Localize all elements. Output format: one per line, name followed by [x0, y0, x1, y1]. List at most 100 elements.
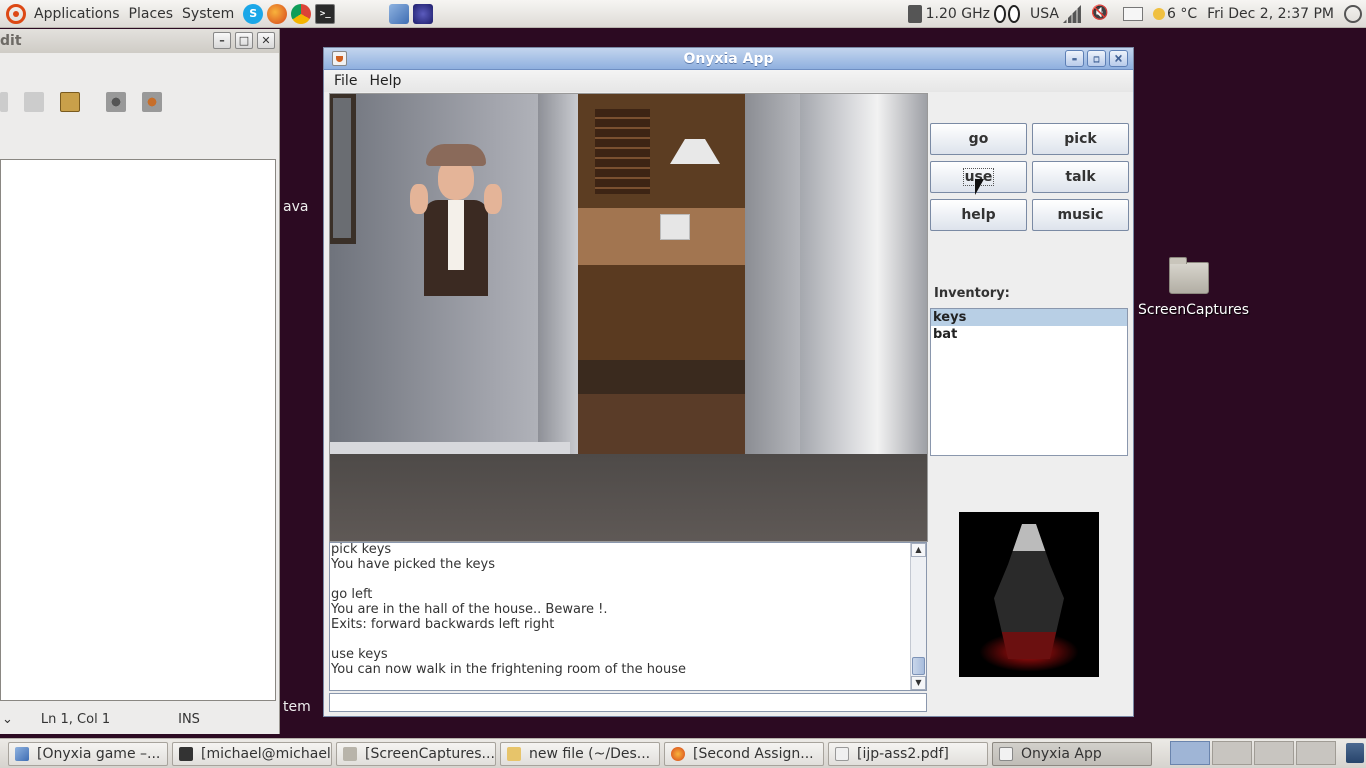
help-button[interactable]: help	[930, 199, 1027, 231]
workspace-2[interactable]	[1212, 741, 1252, 765]
replace-icon[interactable]	[142, 92, 162, 112]
gedit-editor[interactable]	[0, 159, 276, 701]
gedit-toolbar	[0, 87, 280, 117]
cube-icon	[15, 746, 29, 761]
onyxia-titlebar[interactable]: Onyxia App – ▫ ✕	[324, 48, 1133, 70]
scroll-up-icon[interactable]: ▲	[911, 543, 926, 557]
terminal-icon	[179, 746, 193, 761]
bottom-taskbar: [Onyxia game –... [michael@michael... [S…	[0, 738, 1366, 768]
cube-icon[interactable]	[389, 3, 410, 24]
task-terminal[interactable]: [michael@michael...	[172, 741, 332, 766]
panel-menus: Applications Places System S >_	[0, 3, 437, 24]
cpu-icon	[907, 5, 922, 23]
copy-icon[interactable]	[24, 92, 44, 112]
game-log[interactable]: pick keys You have picked the keys go lef…	[329, 542, 927, 691]
log-line: pick keys	[331, 542, 392, 557]
character-portrait	[959, 512, 1099, 677]
desktop-icon-label-fragment: ava	[283, 199, 309, 215]
talk-button[interactable]: talk	[1032, 161, 1129, 193]
room-scene-image	[329, 93, 928, 542]
clock[interactable]: Fri Dec 2, 2:37 PM	[1207, 6, 1334, 22]
maximize-icon[interactable]: ▫	[1087, 50, 1106, 67]
go-button[interactable]: go	[930, 123, 1027, 155]
eclipse-icon[interactable]	[413, 3, 434, 24]
task-pdf[interactable]: [ijp-ass2.pdf]	[828, 741, 988, 766]
cut-icon[interactable]	[0, 92, 8, 112]
log-line: go left	[331, 587, 373, 602]
minimize-icon[interactable]: –	[213, 32, 231, 49]
inventory-list[interactable]: keys bat	[930, 308, 1128, 456]
menu-help[interactable]: Help	[363, 73, 407, 89]
music-button[interactable]: music	[1032, 199, 1129, 231]
workspace-switcher	[1170, 741, 1336, 765]
command-input[interactable]	[329, 693, 927, 712]
java-icon	[999, 746, 1013, 761]
game-log-text: pick keys You have picked the keys go lef…	[331, 542, 911, 677]
menu-applications[interactable]: Applications	[34, 6, 129, 22]
ubuntu-logo-icon[interactable]	[6, 3, 26, 24]
chrome-icon[interactable]	[291, 3, 312, 24]
inventory-item[interactable]: keys	[931, 309, 1127, 326]
minimize-icon[interactable]: –	[1065, 50, 1084, 67]
scroll-thumb[interactable]	[912, 657, 925, 675]
close-icon[interactable]: ✕	[257, 32, 275, 49]
picture-frame	[330, 94, 356, 244]
skype-icon[interactable]: S	[243, 3, 264, 24]
log-line: use keys	[331, 647, 388, 662]
gedit-titlebar[interactable]: dit – □ ✕	[0, 29, 279, 53]
folder-icon	[1169, 257, 1209, 294]
paste-icon[interactable]	[60, 92, 80, 112]
menu-system[interactable]: System	[182, 6, 243, 22]
volume-muted-icon[interactable]: 🔇	[1091, 5, 1113, 23]
workspace-3[interactable]	[1254, 741, 1294, 765]
log-line: You can now walk in the frightening room…	[331, 662, 686, 677]
task-onyxia-app[interactable]: Onyxia App	[992, 741, 1152, 766]
network-signal-icon[interactable]	[1062, 5, 1081, 23]
wine-rack	[595, 109, 650, 194]
desktop-folder-screencaptures[interactable]: ScreenCaptures	[1138, 257, 1250, 318]
log-line: Exits: forward backwards left right	[331, 617, 555, 632]
scroll-down-icon[interactable]: ▼	[911, 676, 926, 690]
window-title: Onyxia App	[683, 50, 774, 67]
log-line: You have picked the keys	[331, 557, 496, 572]
task-screencaptures[interactable]: [ScreenCaptures...	[336, 741, 496, 766]
workspace-4[interactable]	[1296, 741, 1336, 765]
power-icon[interactable]	[1344, 5, 1362, 23]
terminal-icon[interactable]: >_	[315, 3, 336, 24]
trash-icon[interactable]	[1346, 743, 1364, 763]
menu-file[interactable]: File	[328, 73, 363, 89]
inventory-item[interactable]: bat	[931, 326, 1127, 343]
mail-icon[interactable]	[1122, 7, 1143, 21]
weather-temp[interactable]: 6 °C	[1167, 6, 1197, 22]
task-new-file[interactable]: new file (~/Des...	[500, 741, 660, 766]
pdf-icon	[835, 746, 849, 761]
folder-icon	[343, 746, 357, 761]
status-chevron-icon[interactable]: ⌄	[2, 712, 13, 727]
gedit-statusbar: ⌄ Ln 1, Col 1 INS	[0, 704, 280, 734]
task-second-assignment[interactable]: [Second Assign...	[664, 741, 824, 766]
onyxia-window-buttons: – ▫ ✕	[1065, 50, 1128, 67]
onyxia-menubar: File Help	[324, 70, 1133, 92]
find-icon[interactable]	[106, 92, 126, 112]
log-line: You are in the hall of the house.. Bewar…	[331, 602, 608, 617]
menu-places[interactable]: Places	[129, 6, 183, 22]
log-scrollbar[interactable]: ▲ ▼	[910, 543, 926, 690]
floor-carpet	[330, 454, 927, 541]
java-icon[interactable]	[332, 51, 347, 66]
pick-button[interactable]: pick	[1032, 123, 1129, 155]
gedit-window: dit – □ ✕ ⌄ Ln 1, Col 1 INS	[0, 29, 280, 734]
mouse-cursor-icon	[975, 179, 984, 195]
desktop-icon-label-fragment: tem	[283, 699, 311, 715]
eyes-icon	[993, 5, 1020, 23]
firefox-icon[interactable]	[267, 3, 288, 24]
maximize-icon[interactable]: □	[235, 32, 253, 49]
cpu-frequency: 1.20 GHz	[925, 6, 990, 22]
close-icon[interactable]: ✕	[1109, 50, 1128, 67]
workspace-1[interactable]	[1170, 741, 1210, 765]
inventory-label: Inventory:	[934, 286, 1010, 301]
task-onyxia-game[interactable]: [Onyxia game –...	[8, 741, 168, 766]
gedit-title: dit	[0, 33, 22, 49]
folder-label: ScreenCaptures	[1138, 302, 1250, 318]
keyboard-layout[interactable]: USA	[1030, 6, 1059, 22]
